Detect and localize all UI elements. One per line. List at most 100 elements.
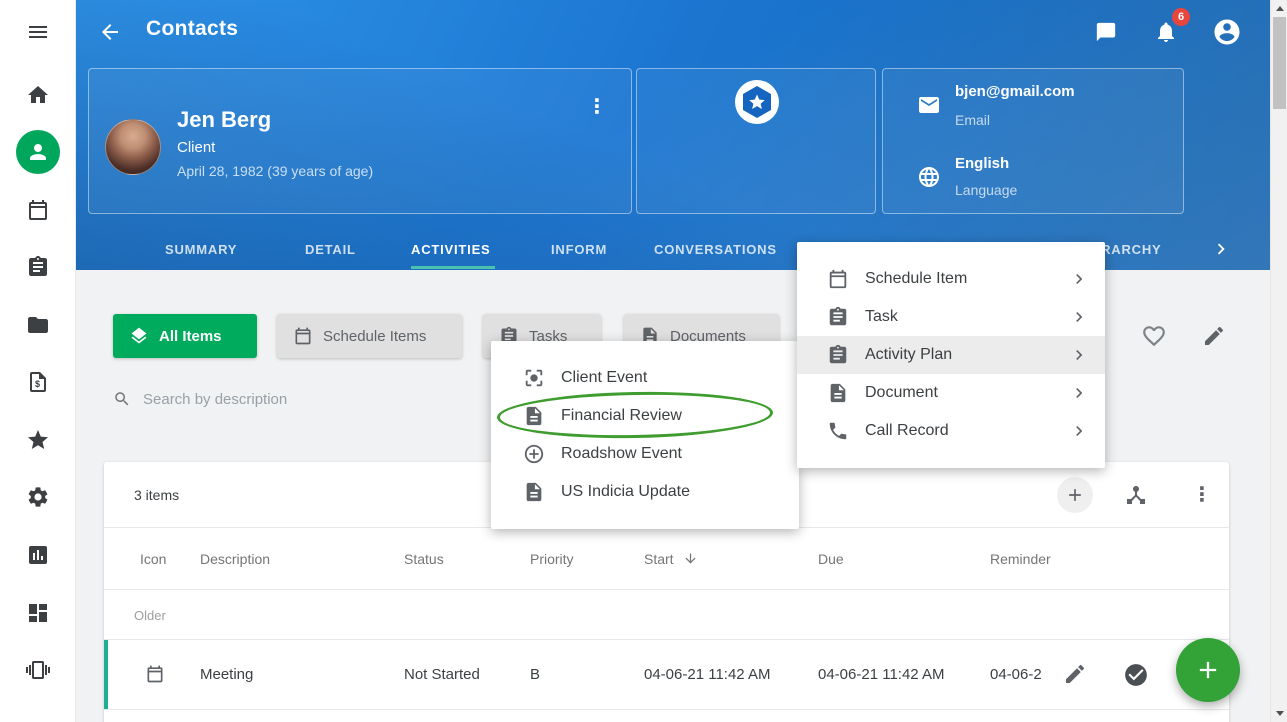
page-header: Contacts 6 Jen Berg Client April 28, 198… [76, 0, 1287, 270]
email-label: Email [955, 112, 990, 128]
row-complete-check-icon[interactable] [1123, 662, 1149, 692]
profile-card: Jen Berg Client April 28, 1982 (39 years… [88, 68, 632, 214]
document-icon [827, 382, 849, 404]
menu-item-activity-plan[interactable]: Activity Plan [797, 336, 1105, 374]
chat-icon[interactable] [1095, 21, 1117, 48]
sidebar-item-reports[interactable] [0, 531, 76, 579]
row-edit-pencil-icon[interactable] [1063, 662, 1087, 690]
search-field [113, 384, 513, 414]
menu-item-label: Task [865, 308, 1069, 326]
vertical-scrollbar[interactable] [1270, 0, 1287, 722]
tabs-scroll-chevron-icon[interactable] [1210, 238, 1232, 265]
chevron-right-icon [1069, 421, 1089, 441]
profile-birthdate: April 28, 1982 (39 years of age) [177, 163, 373, 179]
task-type-menu: Client Event Financial Review Roadshow E… [491, 341, 799, 529]
notification-badge: 6 [1172, 8, 1190, 26]
cell-priority: B [530, 666, 540, 683]
document-icon [523, 405, 545, 427]
profile-language: English [955, 155, 1009, 172]
menu-item-label: Financial Review [561, 407, 799, 425]
phone-icon [827, 420, 849, 442]
chevron-right-icon [1069, 307, 1089, 327]
sort-desc-arrow-icon [683, 551, 698, 566]
center-focus-icon [523, 367, 545, 389]
filter-all-items-button[interactable]: All Items [113, 314, 257, 358]
plus-icon [1065, 485, 1085, 505]
chevron-right-icon [1069, 269, 1089, 289]
column-description[interactable]: Description [200, 551, 270, 567]
add-activity-menu: Schedule Item Task Activity Plan [797, 242, 1105, 468]
left-sidebar: $ [0, 0, 76, 722]
sidebar-item-settings[interactable] [0, 473, 76, 521]
column-due[interactable]: Due [818, 551, 844, 567]
globe-icon [917, 165, 941, 194]
group-label: Older [134, 608, 166, 623]
sidebar-item-contacts[interactable] [0, 128, 76, 176]
profile-name: Jen Berg [177, 107, 271, 133]
column-start-label: Start [644, 551, 674, 567]
tab-inform[interactable]: INFORM [551, 233, 607, 267]
back-arrow-icon[interactable] [98, 20, 122, 49]
tab-activities[interactable]: ACTIVITIES [411, 233, 491, 267]
hierarchy-view-icon[interactable] [1124, 483, 1148, 512]
filter-schedule-items-button[interactable]: Schedule Items [277, 314, 462, 358]
menu-item-call-record[interactable]: Call Record [797, 412, 1105, 450]
sidebar-item-dashboard[interactable] [0, 589, 76, 637]
hamburger-menu-icon[interactable] [0, 8, 76, 56]
person-icon [26, 140, 50, 164]
clipboard-icon [827, 306, 849, 328]
column-priority[interactable]: Priority [530, 551, 574, 567]
cell-description: Meeting [200, 666, 253, 683]
scrollbar-up-arrow[interactable] [1271, 0, 1287, 17]
column-status[interactable]: Status [404, 551, 444, 567]
menu-item-financial-review[interactable]: Financial Review [491, 397, 799, 435]
menu-item-client-event[interactable]: Client Event [491, 359, 799, 397]
menu-item-document[interactable]: Document [797, 374, 1105, 412]
menu-item-label: Client Event [561, 369, 799, 387]
account-circle-icon[interactable] [1212, 17, 1242, 52]
sidebar-item-favorites[interactable] [0, 416, 76, 464]
sidebar-item-home[interactable] [0, 71, 76, 119]
tab-summary[interactable]: SUMMARY [165, 233, 237, 267]
fab-add-button[interactable] [1176, 638, 1240, 702]
tab-conversations[interactable]: CONVERSATIONS [654, 233, 777, 267]
table-more-icon[interactable]: ⋮ [1192, 485, 1212, 505]
cell-status: Not Started [404, 666, 480, 683]
sidebar-item-calendar[interactable] [0, 186, 76, 234]
search-icon [113, 390, 131, 408]
profile-type: Client [177, 139, 215, 156]
sidebar-item-folder[interactable] [0, 301, 76, 349]
table-row[interactable]: Meeting Not Started B 04-06-21 11:42 AM … [104, 640, 1229, 710]
edit-pencil-icon[interactable] [1202, 324, 1226, 353]
scrollbar-down-arrow[interactable] [1271, 705, 1287, 722]
tab-detail[interactable]: DETAIL [305, 233, 356, 267]
sidebar-item-vibration[interactable] [0, 646, 76, 694]
search-input[interactable] [143, 391, 473, 408]
svg-text:$: $ [35, 379, 40, 389]
menu-item-schedule-item[interactable]: Schedule Item [797, 260, 1105, 298]
email-icon [917, 93, 941, 122]
column-start[interactable]: Start [644, 551, 698, 567]
filter-label: All Items [159, 328, 222, 345]
profile-email: bjen@gmail.com [955, 83, 1075, 100]
favorite-heart-icon[interactable] [1141, 323, 1167, 354]
active-tab-underline [411, 266, 495, 269]
table-column-headers: Icon Description Status Priority Start D… [104, 528, 1229, 590]
sidebar-item-billing[interactable]: $ [0, 358, 76, 406]
column-reminder[interactable]: Reminder [990, 551, 1051, 567]
profile-more-icon[interactable]: ⋮ [587, 97, 607, 117]
layers-icon [129, 326, 149, 346]
cell-due: 04-06-21 11:42 AM [818, 666, 944, 683]
add-item-button[interactable] [1057, 477, 1093, 513]
sidebar-item-tasks[interactable] [0, 243, 76, 291]
menu-item-roadshow-event[interactable]: Roadshow Event [491, 435, 799, 473]
column-icon[interactable]: Icon [140, 551, 166, 567]
notifications-bell-icon[interactable] [1154, 20, 1178, 49]
clipboard-icon [827, 344, 849, 366]
menu-item-us-indicia-update[interactable]: US Indicia Update [491, 473, 799, 511]
menu-item-task[interactable]: Task [797, 298, 1105, 336]
scrollbar-thumb[interactable] [1273, 17, 1286, 109]
app-screen: $ Contacts 6 [0, 0, 1287, 722]
menu-item-label: Roadshow Event [561, 445, 799, 463]
document-icon [523, 481, 545, 503]
